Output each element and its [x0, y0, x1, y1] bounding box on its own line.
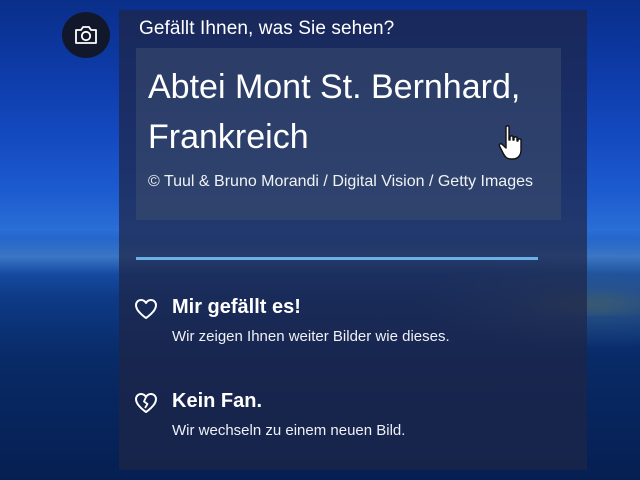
- like-option-title: Mir gefällt es!: [172, 296, 301, 318]
- lock-screen-background: Gefällt Ihnen, was Sie sehen? Abtei Mont…: [0, 0, 640, 480]
- heart-icon: [135, 299, 157, 319]
- like-option[interactable]: Mir gefällt es! Wir zeigen Ihnen weiter …: [134, 296, 564, 352]
- broken-heart-icon: [135, 393, 157, 413]
- hand-pointer-cursor-icon: [498, 125, 522, 160]
- question-text: Gefällt Ihnen, was Sie sehen?: [139, 18, 395, 39]
- camera-icon: [75, 26, 97, 44]
- image-title[interactable]: Abtei Mont St. Bernhard, Frankreich: [148, 62, 558, 162]
- camera-button[interactable]: [62, 12, 110, 58]
- dislike-option-description: Wir wechseln zu einem neuen Bild.: [172, 422, 406, 439]
- dislike-option[interactable]: Kein Fan. Wir wechseln zu einem neuen Bi…: [134, 390, 564, 446]
- like-option-description: Wir zeigen Ihnen weiter Bilder wie diese…: [172, 328, 450, 345]
- accent-divider: [136, 257, 538, 260]
- image-title-line2: Frankreich: [148, 118, 309, 156]
- image-title-line1: Abtei Mont St. Bernhard,: [148, 68, 521, 106]
- image-credit: © Tuul & Bruno Morandi / Digital Vision …: [148, 173, 533, 190]
- dislike-option-title: Kein Fan.: [172, 390, 263, 412]
